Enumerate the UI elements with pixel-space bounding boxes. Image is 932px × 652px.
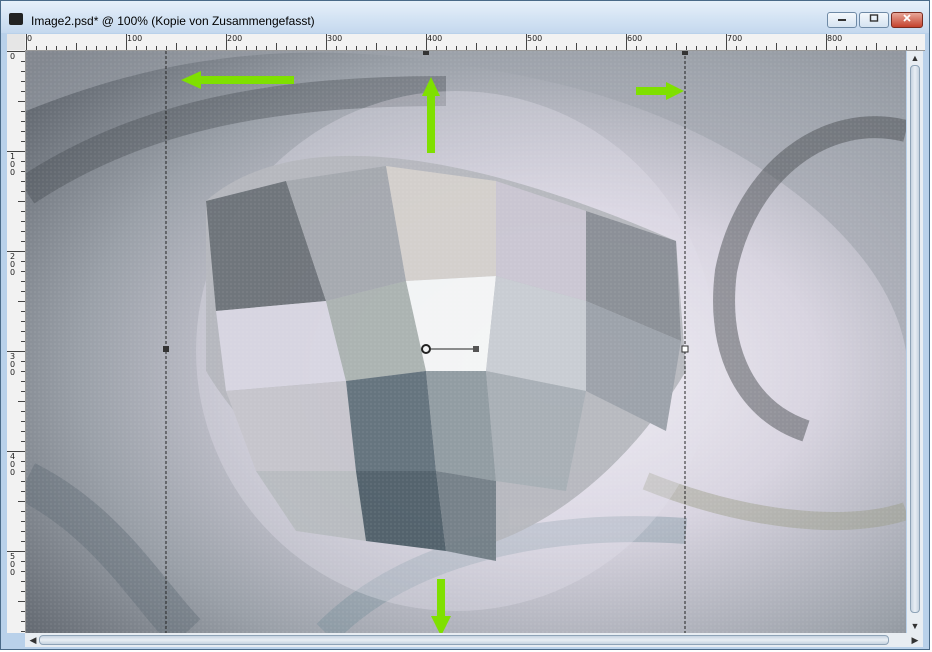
vertical-ruler[interactable]: 0 100 200 300 400 500 (7, 50, 26, 633)
minimize-icon (838, 19, 846, 21)
ruler-label-h: 800 (827, 34, 843, 43)
ruler-label-h: 0 (27, 34, 33, 43)
horizontal-scroll-thumb[interactable] (39, 635, 889, 645)
transform-handle-right (681, 345, 689, 353)
ruler-label-h: 300 (327, 34, 343, 43)
horizontal-ruler-ticks (26, 34, 917, 50)
ruler-label-v: 400 (10, 452, 16, 477)
ruler-label-v: 100 (10, 152, 16, 177)
scroll-right-icon[interactable]: ▶ (907, 633, 923, 647)
title-bar[interactable]: Image2.psd* @ 100% (Kopie von Zusammenge… (1, 1, 929, 33)
horizontal-scrollbar[interactable]: ◀ ▶ (25, 633, 923, 647)
window-title: Image2.psd* @ 100% (Kopie von Zusammenge… (31, 14, 315, 28)
vertical-scroll-thumb[interactable] (910, 65, 920, 613)
scroll-down-icon[interactable]: ▼ (907, 619, 923, 633)
vertical-ruler-ticks (7, 51, 25, 632)
ruler-label-v: 0 (10, 52, 16, 61)
restore-icon (869, 14, 879, 22)
ruler-label-v: 500 (10, 552, 16, 577)
app-document-icon[interactable] (9, 13, 23, 25)
document-window: Image2.psd* @ 100% (Kopie von Zusammenge… (0, 0, 930, 650)
ruler-label-h: 700 (727, 34, 743, 43)
ruler-label-v: 200 (10, 252, 16, 277)
ruler-label-h: 600 (627, 34, 643, 43)
minimize-button[interactable] (827, 12, 857, 28)
canvas-artwork (26, 51, 906, 633)
image-canvas[interactable] (26, 51, 906, 633)
ruler-label-h: 100 (127, 34, 143, 43)
ruler-label-h: 200 (227, 34, 243, 43)
transform-handle-left (163, 346, 169, 352)
restore-button[interactable] (859, 12, 889, 28)
vertical-scrollbar[interactable]: ▲ ▼ (907, 51, 923, 633)
ruler-label-v: 300 (10, 352, 16, 377)
ruler-label-h: 400 (427, 34, 443, 43)
rotation-handle (473, 346, 479, 352)
close-button[interactable] (891, 12, 923, 28)
transform-handle-top (423, 51, 429, 55)
ruler-corner (7, 34, 25, 50)
ruler-label-h: 500 (527, 34, 543, 43)
scroll-up-icon[interactable]: ▲ (907, 51, 923, 65)
horizontal-ruler[interactable]: 0 100 200 300 400 500 600 700 800 (25, 34, 925, 51)
close-icon (903, 14, 911, 22)
transform-handle-corner (682, 51, 688, 55)
